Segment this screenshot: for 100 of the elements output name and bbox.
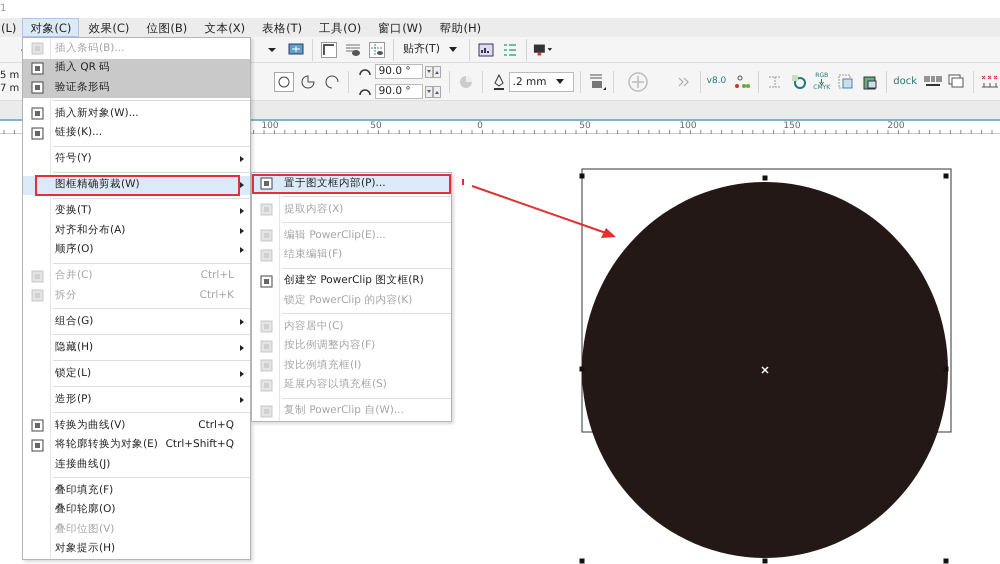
menu-item[interactable]: 创建空 PowerClip 图文框(R)	[252, 272, 451, 291]
menu-item[interactable]: 锁定(L)	[23, 364, 250, 384]
window-title: 1	[0, 2, 8, 16]
menu-item[interactable]: 组合(G)	[23, 312, 250, 332]
square-icon	[30, 419, 44, 432]
menu-bar-item[interactable]: 窗口(W)	[370, 18, 431, 37]
window-chart-icon[interactable]	[478, 42, 494, 56]
selection-handle[interactable]	[944, 558, 948, 564]
menu-bar-item[interactable]: 对象(C)	[22, 18, 80, 37]
spinner-icon[interactable]	[424, 66, 441, 78]
submenu-arrow-icon	[240, 182, 244, 188]
arc-icon[interactable]	[324, 74, 339, 88]
square-icon	[260, 359, 272, 372]
clipboard-icon[interactable]	[862, 74, 878, 90]
menu-item-label: 插入条码(B)...	[54, 40, 124, 56]
square-icon	[260, 274, 272, 288]
menu-item-label: 锁定(L)	[54, 366, 92, 381]
menu-item[interactable]: 顺序(O)	[23, 240, 250, 260]
menu-item[interactable]: 将轮廓转换为对象(E) Ctrl+Shift+Q	[23, 436, 250, 455]
menu-item[interactable]: 符号(Y)	[23, 150, 250, 169]
menu-bar-item[interactable]: 文本(X)	[196, 18, 254, 37]
center-x-mark	[761, 366, 769, 374]
square-icon	[30, 42, 44, 56]
menu-item[interactable]: 验证条形码	[23, 78, 250, 98]
menu-item-label: 锁定 PowerClip 的内容(K)	[283, 292, 412, 308]
menu-item-label: 符号(Y)	[54, 151, 92, 166]
snap-dropdown[interactable]: 贴齐(T)	[400, 41, 443, 58]
menu-bar-item[interactable]: 位图(B)	[138, 18, 196, 37]
square-icon	[30, 270, 44, 283]
menu-item[interactable]: 插入新对象(W)...	[23, 104, 250, 124]
menu-item[interactable]: 链接(K)...	[23, 124, 250, 143]
menu-item[interactable]: 对象提示(H)	[23, 540, 250, 559]
menu-item-label: 结束编辑(F)	[283, 247, 342, 262]
ruler-label: 0	[477, 121, 483, 131]
monitor-icon[interactable]	[288, 42, 304, 56]
ruler-label: 50	[370, 121, 382, 131]
pen-nib-icon[interactable]	[492, 74, 505, 90]
menu-item[interactable]: 变换(T)	[23, 202, 250, 221]
page-frame-icon[interactable]	[838, 74, 854, 90]
square-icon	[30, 62, 44, 75]
square-icon	[30, 81, 44, 94]
selection-handle[interactable]	[762, 558, 768, 564]
menu-item-label: 叠印轮廓(O)	[54, 502, 116, 518]
selection-handle[interactable]	[580, 366, 584, 372]
angle-field[interactable]: 90.0 °	[374, 84, 423, 99]
monitor-stamp-icon[interactable]	[532, 42, 553, 56]
menu-item-label: 内容居中(C)	[283, 318, 344, 334]
barcode-icon[interactable]	[924, 74, 942, 88]
square-icon	[30, 126, 44, 140]
menu-item[interactable]: 连接曲线(J)	[23, 455, 250, 474]
size-field[interactable]: 5 m	[0, 68, 22, 82]
menu-bar-item[interactable]: (L)	[0, 18, 22, 37]
menu-item[interactable]: 叠印填充(F)	[23, 481, 250, 500]
cross-marks-icon[interactable]	[981, 74, 999, 88]
ruler-corner-icon[interactable]	[321, 42, 337, 58]
dropdown-caret-icon[interactable]	[267, 46, 277, 52]
menu-item[interactable]: 图框精确剪裁(W)	[23, 176, 250, 195]
submenu-arrow-icon	[240, 318, 244, 325]
selection-handle[interactable]	[762, 176, 768, 180]
menu-item[interactable]: 造形(P)	[23, 390, 250, 410]
down-arrow-icon	[819, 78, 824, 84]
menu-item-label: 叠印填充(F)	[54, 482, 114, 498]
ruler-label: 150	[783, 121, 801, 131]
windows-stack-icon[interactable]	[948, 74, 966, 90]
menu-item-label: 隐藏(H)	[54, 340, 94, 355]
spinner-icon[interactable]	[424, 86, 441, 98]
angle-field[interactable]: 90.0 °	[374, 64, 423, 79]
selection-handle[interactable]	[580, 174, 584, 178]
selection-handle[interactable]	[944, 174, 948, 178]
menu-bar-item[interactable]: 表格(T)	[254, 18, 310, 37]
square-icon	[260, 378, 272, 392]
dock-button[interactable]: dock	[893, 74, 917, 89]
version-button[interactable]: v8.0	[706, 74, 726, 88]
shortcut-text: Ctrl+K	[200, 288, 235, 303]
menu-bar-item[interactable]: 帮助(H)	[432, 18, 490, 37]
menu-item-label: 提取内容(X)	[283, 202, 344, 217]
menu-item-label: 将轮廓转换为对象(E)	[54, 437, 158, 452]
caret-icon[interactable]	[448, 47, 457, 52]
square-icon	[30, 438, 44, 452]
pie-icon[interactable]	[300, 74, 315, 88]
menu-item[interactable]: 置于图文框内部(P)...	[252, 174, 451, 194]
menu-item-label: 组合(G)	[54, 314, 94, 329]
size-field[interactable]: 7 m	[0, 82, 22, 94]
checklist-icon[interactable]	[502, 42, 517, 56]
outline-width-dropdown[interactable]: .2 mm	[508, 72, 574, 92]
menu-item[interactable]: 插入 QR 码	[23, 58, 250, 78]
menu-item-label: 延展内容以填充框(S)	[283, 377, 387, 392]
menu-item-label: 造形(P)	[54, 392, 92, 407]
square-icon	[260, 229, 272, 242]
selection-handle[interactable]	[580, 558, 584, 564]
menu-item[interactable]: 转换为曲线(V) Ctrl+Q	[23, 416, 250, 436]
align-objects-icon[interactable]	[588, 72, 606, 90]
menu-item-label: 链接(K)...	[54, 125, 102, 140]
menu-item[interactable]: 隐藏(H)	[23, 338, 250, 358]
submenu-arrow-icon	[240, 396, 244, 403]
menu-bar-item[interactable]: 工具(O)	[311, 18, 370, 37]
selection-handle[interactable]	[944, 366, 948, 372]
menu-item[interactable]: 对齐和分布(A)	[23, 221, 250, 240]
menu-bar-item[interactable]: 效果(C)	[80, 18, 138, 37]
menu-item[interactable]: 叠印轮廓(O)	[23, 500, 250, 520]
